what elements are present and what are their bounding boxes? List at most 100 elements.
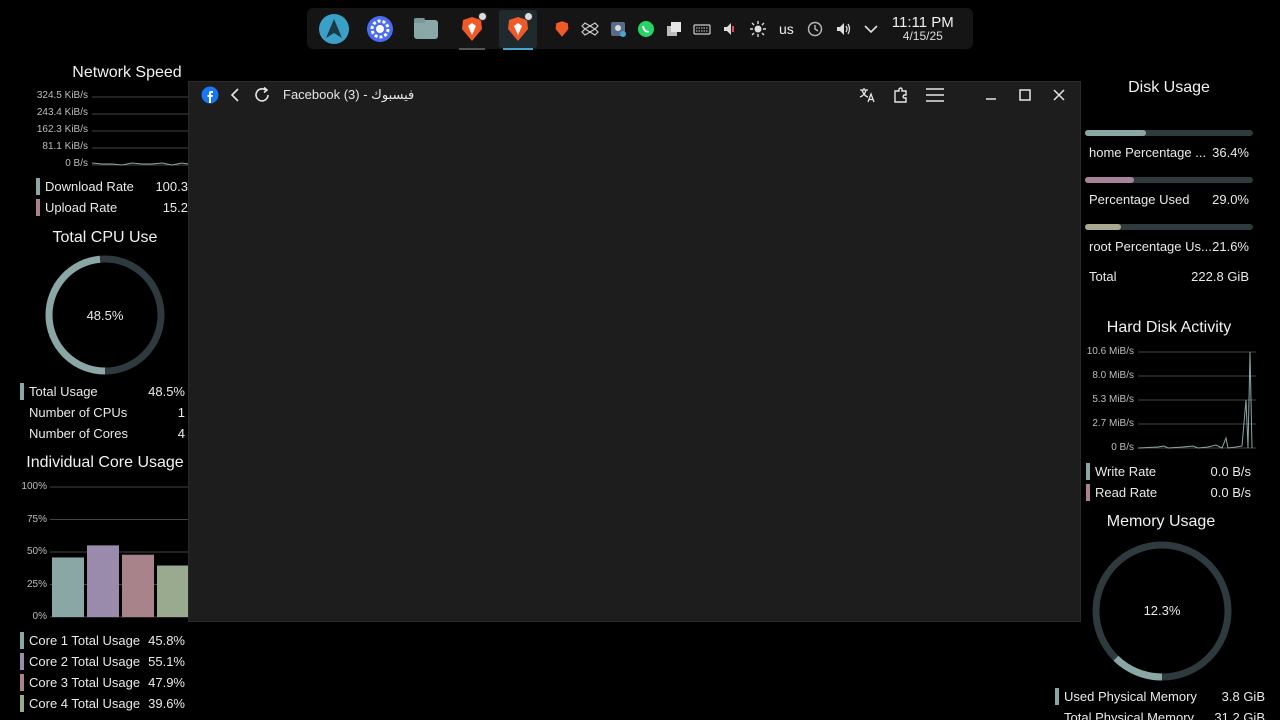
memory-usage-widget: Memory Usage 12.3% Used Physical Memory 3… — [1055, 510, 1280, 720]
legend-swatch — [20, 425, 24, 442]
legend-value: 0.0 B/s — [1210, 485, 1251, 500]
update-icon[interactable] — [804, 18, 826, 40]
menu-button[interactable] — [922, 82, 948, 108]
widget-title: Individual Core Usage — [26, 454, 184, 471]
axis-tick-label: 100% — [21, 481, 47, 492]
browser-content-area[interactable] — [189, 108, 1080, 621]
facebook-icon — [201, 86, 219, 104]
legend-value: 48.5% — [148, 384, 185, 399]
legend-label: Upload Rate — [45, 200, 118, 215]
legend-row: Read Rate 0.0 B/s — [1086, 482, 1251, 503]
extensions-button[interactable] — [888, 82, 914, 108]
legend-swatch — [1086, 463, 1090, 480]
legend-value: 4 — [177, 426, 185, 441]
reload-icon — [255, 86, 269, 102]
keyboard-layout-indicator[interactable]: us — [775, 21, 798, 37]
legend-value: 0.0 B/s — [1210, 464, 1251, 479]
close-icon — [1053, 89, 1065, 101]
legend-value: 55.1% — [148, 654, 185, 669]
legend-value: 45.8% — [148, 633, 185, 648]
digital-clock[interactable]: 11:11 PM 4/15/25 — [892, 15, 954, 42]
legend-label: Total Usage — [29, 384, 98, 399]
legend-label: Download Rate — [45, 179, 134, 194]
menu-icon — [926, 88, 944, 102]
app-launcher-button[interactable] — [315, 10, 353, 48]
memory-gauge-value: 12.3% — [1143, 603, 1181, 618]
legend-label: Total Physical Memory — [1064, 710, 1195, 720]
settings-launcher[interactable] — [361, 10, 399, 48]
legend-label: Core 4 Total Usage — [29, 696, 141, 711]
axis-tick-label: 5.3 MiB/s — [1092, 394, 1134, 405]
back-button[interactable] — [223, 82, 249, 108]
disk-usage-row: Percentage Used 29.0% — [1089, 189, 1249, 210]
chevron-down-icon[interactable] — [860, 18, 882, 40]
disk-usage-label: home Percentage ... — [1089, 145, 1207, 160]
legend-swatch — [1086, 484, 1090, 501]
translate-button[interactable] — [854, 82, 880, 108]
legend-swatch — [36, 178, 40, 195]
disk-usage-row: home Percentage ... 36.4% — [1089, 142, 1249, 163]
maximize-button[interactable] — [1012, 82, 1038, 108]
close-button[interactable] — [1046, 82, 1072, 108]
notification-dot — [524, 11, 533, 21]
back-icon — [230, 88, 239, 102]
widget-title: Total CPU Use — [52, 229, 158, 246]
widget-title: Hard Disk Activity — [1106, 319, 1232, 336]
axis-tick-label: 243.4 KiB/s — [36, 107, 88, 118]
window-titlebar[interactable]: Facebook (3) - فيسبوك — [189, 82, 1080, 108]
settings-gear-icon — [367, 15, 393, 42]
top-panel: us 11:11 PM 4/15/25 — [307, 8, 973, 50]
legend-label: Write Rate — [1095, 464, 1157, 479]
brave-window-task[interactable] — [453, 10, 491, 50]
cpu-usage-widget: Total CPU Use 48.5% Total Usage 48.5% Numb… — [0, 226, 188, 446]
legend-label: Used Physical Memory — [1064, 689, 1197, 704]
dropbox-icon[interactable] — [579, 18, 601, 40]
legend-row: Total Physical Memory 31.2 GiB — [1055, 707, 1265, 720]
disk-progress-track — [1085, 177, 1253, 183]
hard-disk-activity-widget: Hard Disk Activity 10.6 MiB/s 8.0 MiB/s 5.… — [1083, 316, 1280, 506]
minimize-button[interactable] — [978, 82, 1004, 108]
legend-swatch — [20, 383, 24, 400]
disk-progress-track — [1085, 130, 1253, 136]
legend-label: Core 1 Total Usage — [29, 633, 141, 648]
clock-time: 11:11 PM — [891, 14, 954, 31]
core-bar-3 — [122, 554, 154, 617]
axis-tick-label: 324.5 KiB/s — [36, 90, 88, 101]
axis-tick-label: 75% — [26, 513, 47, 525]
arch-menu-icon — [319, 13, 349, 44]
axis-tick-label: 50% — [26, 546, 47, 557]
file-manager-launcher[interactable] — [407, 10, 445, 48]
disk-total-label: Total — [1089, 269, 1117, 284]
whatsapp-icon[interactable] — [635, 18, 657, 40]
reload-button[interactable] — [249, 82, 275, 108]
disk-usage-bars: home Percentage ... 36.4% Percentage Used 2… — [1085, 130, 1255, 271]
volume-icon[interactable] — [832, 18, 854, 40]
audio-muted-icon[interactable] — [719, 18, 741, 40]
clipboard-icon[interactable] — [663, 18, 685, 40]
brave-window-task-active[interactable] — [499, 9, 537, 50]
keyboard-icon[interactable] — [691, 18, 713, 40]
axis-tick-label: 162.3 KiB/s — [36, 124, 88, 135]
legend-label: Read Rate — [1095, 485, 1158, 500]
extensions-icon — [894, 87, 907, 103]
disk-usage-value: 36.4% — [1212, 145, 1249, 160]
legend-value: 1 — [177, 405, 185, 420]
cpu-gauge-value: 48.5% — [86, 308, 124, 323]
legend-swatch — [20, 695, 24, 712]
legend-swatch — [20, 632, 24, 649]
legend-row: Write Rate 0.0 B/s — [1086, 461, 1251, 482]
brave-tray-icon[interactable] — [551, 18, 573, 40]
brightness-icon[interactable] — [747, 18, 769, 40]
browser-window[interactable]: Facebook (3) - فيسبوك — [188, 81, 1081, 622]
legend-row: Download Rate 100.3 — [36, 176, 188, 197]
disk-usage-item: Percentage Used 29.0% — [1085, 177, 1255, 224]
core-bar-2 — [87, 545, 119, 617]
screen-share-icon[interactable] — [607, 18, 629, 40]
legend-row: Core 1 Total Usage 45.8% — [20, 630, 185, 651]
facebook-app-button[interactable] — [197, 82, 223, 108]
axis-tick-label: 81.1 KiB/s — [42, 141, 88, 152]
core-usage-widget: Individual Core Usage 100% 75% 50% 25% 0% Co… — [0, 452, 188, 720]
axis-tick-label: 25% — [26, 578, 47, 590]
file-manager-icon — [414, 17, 438, 39]
legend-row: Upload Rate 15.2 — [36, 197, 188, 218]
